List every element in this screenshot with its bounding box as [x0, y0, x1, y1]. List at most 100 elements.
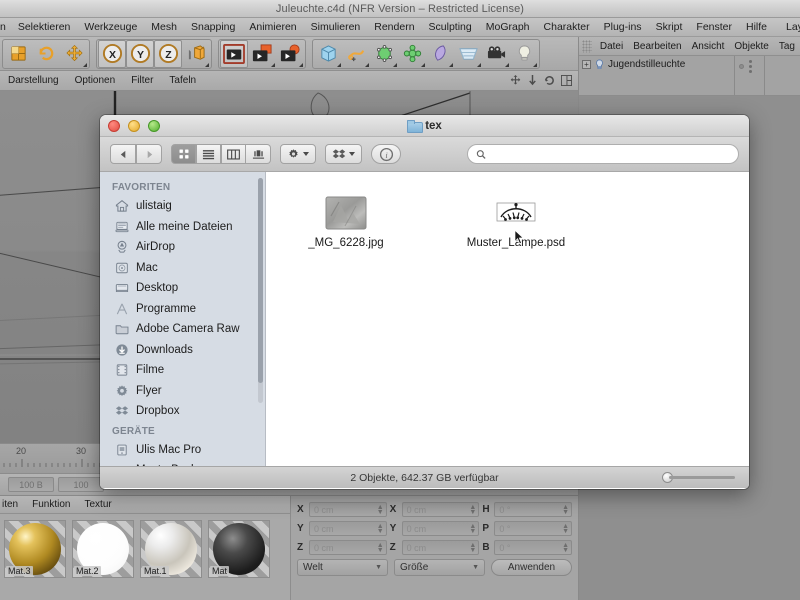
slider-track[interactable] — [669, 476, 735, 479]
finder-sidebar[interactable]: FAVORITEN ulistaig Alle meine Dateien Ai… — [100, 172, 266, 466]
camera-icon[interactable] — [482, 40, 510, 68]
tag-dots-icon[interactable] — [749, 60, 752, 73]
sidebar-item-dropbox[interactable]: Dropbox — [100, 401, 265, 422]
stepper-icon[interactable]: ▲ ▼ — [469, 542, 476, 554]
axis-z-icon[interactable]: Z — [154, 39, 182, 68]
sidebar-scrollbar[interactable] — [258, 178, 263, 403]
pan-icon[interactable] — [510, 75, 521, 86]
om-menu-bearbeiten[interactable]: Bearbeiten — [628, 41, 686, 52]
visibility-dot-icon[interactable] — [739, 64, 744, 69]
sidebar-item-airdrop[interactable]: AirDrop — [100, 237, 265, 258]
sidebar-item-mac[interactable]: Mac — [100, 258, 265, 279]
axis-y-icon[interactable]: Y — [126, 39, 154, 68]
viewport-menubar[interactable]: Darstellung Optionen Filter Tafeln — [0, 71, 578, 91]
navigation-buttons[interactable] — [110, 144, 162, 164]
file-item-muster-lampe[interactable]: Muster_Lampe.psd — [464, 196, 568, 249]
cube-primitive-icon[interactable] — [314, 40, 342, 68]
forward-button[interactable] — [136, 144, 162, 164]
menu-item-plugins[interactable]: Plug-ins — [597, 18, 649, 37]
search-input[interactable] — [491, 148, 730, 160]
stepper-icon[interactable]: ▲ ▼ — [377, 542, 384, 554]
undo-icon[interactable] — [4, 40, 32, 68]
stepper-icon[interactable]: ▲ ▼ — [562, 504, 569, 516]
om-menu-datei[interactable]: Datei — [595, 41, 628, 52]
icon-view-button[interactable] — [171, 144, 196, 164]
deformer-icon[interactable] — [426, 40, 454, 68]
menu-item-simulieren[interactable]: Simulieren — [304, 18, 368, 37]
position-y-field[interactable]: 0 cm ▲ ▼ — [309, 521, 387, 536]
image-thumbnail[interactable] — [325, 196, 367, 230]
move-tool-icon[interactable] — [60, 40, 88, 68]
om-menu-tag[interactable]: Tag — [774, 41, 800, 52]
icon-size-slider[interactable] — [662, 472, 735, 483]
viewport-menu-filter[interactable]: Filter — [131, 75, 153, 86]
menu-item-mograph[interactable]: MoGraph — [479, 18, 537, 37]
material-item[interactable]: Mat.1 — [140, 520, 202, 578]
menu-item-skript[interactable]: Skript — [649, 18, 690, 37]
sidebar-item-desktop[interactable]: Desktop — [100, 278, 265, 299]
rotation-h-field[interactable]: 0 ° ▲ ▼ — [494, 502, 573, 517]
file-item-mg6228[interactable]: _MG_6228.jpg — [294, 196, 398, 249]
size-y-field[interactable]: 0 cm ▲ ▼ — [401, 521, 480, 536]
material-menu-textur[interactable]: Textur — [84, 499, 111, 510]
finder-window[interactable]: tex i FAVORITEN ulistaig Alle meine Date… — [100, 115, 749, 489]
render-region-icon[interactable] — [248, 40, 276, 68]
back-button[interactable] — [110, 144, 136, 164]
search-field[interactable] — [467, 144, 739, 164]
spline-pen-icon[interactable] — [342, 40, 370, 68]
material-menu-bearbeiten[interactable]: iten — [2, 499, 18, 510]
object-axis-icon[interactable] — [182, 40, 210, 68]
sidebar-scrollbar-thumb[interactable] — [258, 178, 263, 383]
viewport-menu-optionen[interactable]: Optionen — [75, 75, 116, 86]
stepper-icon[interactable]: ▲ ▼ — [562, 523, 569, 535]
panel-grip-icon[interactable] — [582, 39, 592, 53]
info-button[interactable]: i — [371, 144, 401, 164]
menu-item-selektieren[interactable]: Selektieren — [11, 18, 78, 37]
coverflow-view-button[interactable] — [246, 144, 271, 164]
view-mode-buttons[interactable] — [171, 144, 271, 164]
object-tree[interactable]: + Jugendstilleuchte — [579, 56, 800, 96]
expander-icon[interactable]: + — [582, 59, 591, 69]
position-z-field[interactable]: 0 cm ▲ ▼ — [309, 540, 387, 555]
sidebar-item-filme[interactable]: Filme — [100, 360, 265, 381]
sidebar-item-downloads[interactable]: Downloads — [100, 340, 265, 361]
render-view-icon[interactable] — [220, 39, 248, 68]
dropbox-menu-button[interactable] — [325, 144, 362, 164]
menu-item-charakter[interactable]: Charakter — [537, 18, 597, 37]
app-menubar[interactable]: n Selektieren Werkzeuge Mesh Snapping An… — [0, 18, 800, 37]
list-view-button[interactable] — [196, 144, 221, 164]
material-menubar[interactable]: iten Funktion Textur — [0, 496, 290, 514]
stepper-icon[interactable]: ▲ ▼ — [377, 523, 384, 535]
coordinate-system-select[interactable]: Welt ▼ — [297, 559, 388, 576]
om-menu-objekte[interactable]: Objekte — [729, 41, 773, 52]
menu-item-sculpting[interactable]: Sculpting — [422, 18, 479, 37]
action-menu-button[interactable] — [280, 144, 316, 164]
menu-item-snapping[interactable]: Snapping — [184, 18, 242, 37]
render-settings-icon[interactable] — [276, 40, 304, 68]
material-item[interactable]: Mat — [208, 520, 270, 578]
finder-toolbar[interactable]: i — [100, 137, 749, 172]
finder-file-area[interactable]: _MG_6228.jpg Muster_Lampe.psd — [266, 172, 749, 466]
menu-item-0[interactable]: n — [0, 18, 11, 37]
apply-button[interactable]: Anwenden — [491, 559, 572, 576]
current-frame-field[interactable]: 100 B — [8, 477, 54, 492]
menu-item-rendern[interactable]: Rendern — [367, 18, 421, 37]
viewport-menu-tafeln[interactable]: Tafeln — [169, 75, 196, 86]
menu-item-animieren[interactable]: Animieren — [242, 18, 303, 37]
menu-item-werkzeuge[interactable]: Werkzeuge — [77, 18, 144, 37]
size-z-field[interactable]: 0 cm ▲ ▼ — [401, 540, 480, 555]
material-item[interactable]: Mat.3 — [4, 520, 66, 578]
rotate-icon[interactable] — [544, 75, 555, 86]
stepper-icon[interactable]: ▲ ▼ — [562, 542, 569, 554]
om-menu-ansicht[interactable]: Ansicht — [687, 41, 730, 52]
finder-titlebar[interactable]: tex — [100, 115, 749, 137]
subdivision-surface-icon[interactable] — [370, 40, 398, 68]
object-manager-menubar[interactable]: Datei Bearbeiten Ansicht Objekte Tag — [579, 37, 800, 56]
layout-icon[interactable] — [561, 75, 572, 86]
stepper-icon[interactable]: ▲ ▼ — [469, 523, 476, 535]
rotation-b-field[interactable]: 0 ° ▲ ▼ — [494, 540, 573, 555]
end-frame-field[interactable]: 100 — [58, 477, 104, 492]
zoom-icon[interactable] — [527, 75, 538, 86]
coordinate-mode-select[interactable]: Größe ▼ — [394, 559, 485, 576]
app-toolbar[interactable]: X Y Z — [0, 37, 578, 71]
